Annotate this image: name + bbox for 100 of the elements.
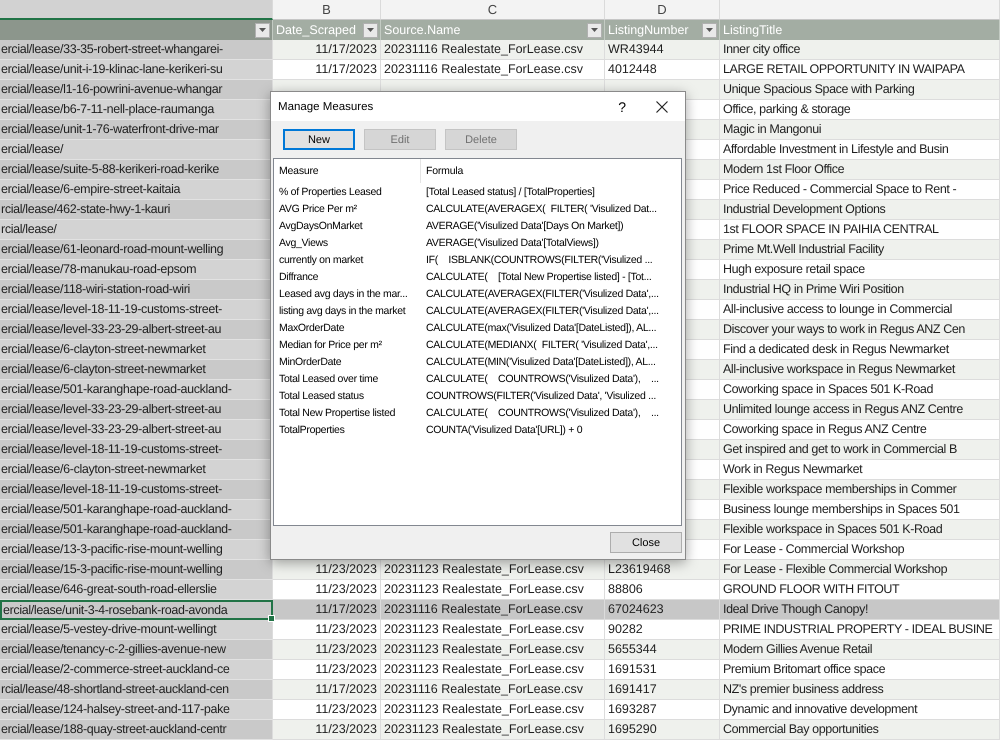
list-item[interactable]: Median for Price per m² CALCULATE(MEDIANX( FILTER( 'Visulized Data',...: [274, 336, 681, 353]
formula-text: CALCULATE(AVERAGEX( FILTER( 'Visulized Dat...: [425, 202, 658, 214]
table-cell: rcial/lease/: [0, 220, 273, 240]
formula-text: CALCULATE(max('Visulized Data'[DateListed]), AL...: [425, 322, 658, 334]
table-cell: Modern Gillies Avenue Retail: [720, 640, 1000, 660]
column-letter[interactable]: [0, 0, 273, 20]
table-cell: ercial/lease/tenancy-c-2-gillies-avenue-new: [0, 640, 273, 660]
table-cell: ercial/lease/13-3-pacific-rise-mount-welling: [0, 540, 273, 560]
table-cell: ercial/lease/suite-5-88-kerikeri-road-kerike: [0, 160, 273, 180]
formula-text: CALCULATE( COUNTROWS('Visulized Data'), ...: [425, 372, 660, 384]
measure-name: AvgDaysOnMarket: [278, 220, 364, 232]
table-cell: ercial/lease/l1-16-powrini-avenue-whangar: [0, 80, 273, 100]
table-cell: rcial/lease/48-shortland-street-auckland-cen: [0, 680, 273, 700]
list-item[interactable]: Total Leased status COUNTROWS(FILTER('Visulized Data', 'Visulized ...: [274, 387, 681, 404]
table-cell: Flexible workspace in Spaces 501 K-Road: [720, 520, 1000, 540]
measure-name: Total Leased over time: [278, 372, 380, 384]
list-item[interactable]: Avg_Views AVERAGE('Visulized Data'[TotalViews]): [274, 234, 681, 251]
table-cell: 1691417: [605, 680, 720, 700]
table-cell: ercial/lease/78-manukau-road-epsom: [0, 260, 273, 280]
help-button[interactable]: ?: [618, 98, 626, 114]
close-button[interactable]: Close: [610, 532, 682, 553]
column-letter[interactable]: D: [605, 0, 720, 20]
table-cell: Get inspired and get to work in Commercial B: [720, 440, 1000, 460]
filter-button[interactable]: [363, 22, 378, 38]
measure-name: currently on market: [278, 254, 364, 266]
toolbar-button[interactable]: New: [283, 129, 355, 150]
table-cell: Inner city office: [720, 40, 1000, 60]
table-cell: ercial/lease/level-33-23-29-albert-street-au: [0, 400, 273, 420]
measure-name: listing avg days in the market: [278, 304, 407, 316]
table-cell: 20231123 Realestate_ForLease.csv: [381, 640, 605, 660]
table-cell: 20231123 Realestate_ForLease.csv: [381, 560, 605, 580]
table-cell: ercial/lease/118-wiri-station-road-wiri: [0, 280, 273, 300]
table-cell: 20231116 Realestate_ForLease.csv: [381, 680, 605, 700]
table-cell: Industrial Development Options: [720, 200, 1000, 220]
formula-text: AVERAGE('Visulized Data'[TotalViews]): [425, 236, 600, 248]
table-cell: ercial/lease/unit-i-19-klinac-lane-kerikeri-su: [0, 60, 273, 80]
fill-handle[interactable]: [268, 615, 275, 622]
table-cell: Magic in Mangonui: [720, 120, 1000, 140]
table-cell: Ideal Drive Though Canopy!: [720, 600, 1000, 620]
formula-text: AVERAGE('Visulized Data'[Days On Market]): [425, 220, 624, 232]
table-cell: ercial/lease/: [0, 140, 273, 160]
list-item[interactable]: Total Leased over time CALCULATE( COUNTROWS('Visulized Data'), ...: [274, 370, 681, 387]
list-item[interactable]: AvgDaysOnMarket AVERAGE('Visulized Data'[Days On Market]): [274, 217, 681, 234]
filter-button[interactable]: [587, 22, 602, 38]
table-cell: All-inclusive workspace in Regus Newmarket: [720, 360, 1000, 380]
table-cell: ercial/lease/level-18-11-19-customs-street-: [0, 480, 273, 500]
table-cell: ercial/lease/6-empire-street-kaitaia: [0, 180, 273, 200]
table-cell: Modern 1st Floor Office: [720, 160, 1000, 180]
table-cell: L23619468: [605, 560, 720, 580]
table-cell: 11/23/2023: [273, 640, 381, 660]
table-cell: ercial/lease/6-clayton-street-newmarket: [0, 360, 273, 380]
list-item[interactable]: Diffrance CALCULATE( [Total New Propertise listed] - [Tot...: [274, 268, 681, 285]
list-item[interactable]: MaxOrderDate CALCULATE(max('Visulized Data'[DateListed]), AL...: [274, 319, 681, 336]
table-cell: ercial/lease/6-clayton-street-newmarket: [0, 340, 273, 360]
close-icon[interactable]: [656, 100, 668, 112]
column-letter[interactable]: C: [381, 0, 605, 20]
table-cell: ercial/lease/level-33-23-29-albert-street-au: [0, 420, 273, 440]
formula-text: CALCULATE(AVERAGEX(FILTER('Visulized Data',...: [425, 304, 660, 316]
list-item[interactable]: Total New Propertise listed CALCULATE( COUNTROWS('Visulized Data'), ...: [274, 404, 681, 421]
measure-name: MinOrderDate: [278, 356, 342, 368]
table-cell: ercial/lease/501-karanghape-road-auckland-: [0, 500, 273, 520]
formula-text: CALCULATE( COUNTROWS('Visulized Data'), ...: [425, 406, 660, 418]
table-cell: ercial/lease/33-35-robert-street-whangarei-: [0, 40, 273, 60]
column-title: Source.Name: [384, 23, 460, 37]
column-title: ListingNumber: [608, 23, 689, 37]
caret-icon: [259, 28, 266, 32]
list-item[interactable]: Leased avg days in the mar... CALCULATE(AVERAGEX(FILTER('Visulized Data',...: [274, 285, 681, 302]
table-cell: NZ's premier business address: [720, 680, 1000, 700]
formula-text: CALCULATE( [Total New Propertise listed] - [Tot...: [425, 270, 652, 282]
list-item[interactable]: AVG Price Per m² CALCULATE(AVERAGEX( FILTER( 'Visulized Dat...: [274, 200, 681, 217]
list-item[interactable]: % of Properties Leased [Total Leased status] / [TotalProperties]: [274, 183, 681, 200]
column-title: ListingTitle: [723, 23, 782, 37]
measure-name: AVG Price Per m²: [278, 202, 358, 214]
list-item[interactable]: MinOrderDate CALCULATE(MIN('Visulized Data'[DateListed]), AL...: [274, 353, 681, 370]
filter-button[interactable]: [255, 22, 270, 38]
dialog-title: Manage Measures: [278, 100, 374, 112]
formula-text: COUNTA('Visulized Data'[URL]) + 0: [425, 424, 584, 436]
list-item[interactable]: TotalProperties COUNTA('Visulized Data'[URL]) + 0: [274, 421, 681, 438]
column-title: Date_Scraped: [276, 23, 356, 37]
table-cell: WR43944: [605, 40, 720, 60]
column-letter[interactable]: B: [273, 0, 381, 20]
table-cell: 11/17/2023: [273, 600, 381, 620]
column-header[interactable]: Formula: [421, 159, 681, 183]
table-cell: ercial/lease/6-clayton-street-newmarket: [0, 460, 273, 480]
table-cell: Prime Mt.Well Industrial Facility: [720, 240, 1000, 260]
table-cell: ercial/lease/61-leonard-road-mount-welling: [0, 240, 273, 260]
formula-text: CALCULATE(AVERAGEX(FILTER('Visulized Data',...: [425, 288, 660, 300]
list-item[interactable]: currently on market IF( ISBLANK(COUNTROWS(FILTER('Visulized ...: [274, 251, 681, 268]
table-cell: ercial/lease/unit-3-4-rosebank-road-avonda: [0, 600, 273, 620]
table-cell: ercial/lease/124-halsey-street-and-117-pake: [0, 700, 273, 720]
caret-icon: [706, 28, 713, 32]
measure-name: Leased avg days in the mar...: [278, 288, 408, 300]
formula-text: [Total Leased status] / [TotalProperties]: [425, 186, 596, 198]
filter-button[interactable]: [702, 22, 717, 38]
table-cell: ercial/lease/501-karanghape-road-auckland-: [0, 520, 273, 540]
table-cell: ercial/lease/b6-7-11-nell-place-raumanga: [0, 100, 273, 120]
table-cell: For Lease - Flexible Commercial Workshop: [720, 560, 1000, 580]
column-header[interactable]: Measure: [274, 159, 421, 183]
table-cell: ercial/lease/level-18-11-19-customs-street-: [0, 440, 273, 460]
list-item[interactable]: listing avg days in the market CALCULATE(AVERAGEX(FILTER('Visulized Data',...: [274, 302, 681, 319]
